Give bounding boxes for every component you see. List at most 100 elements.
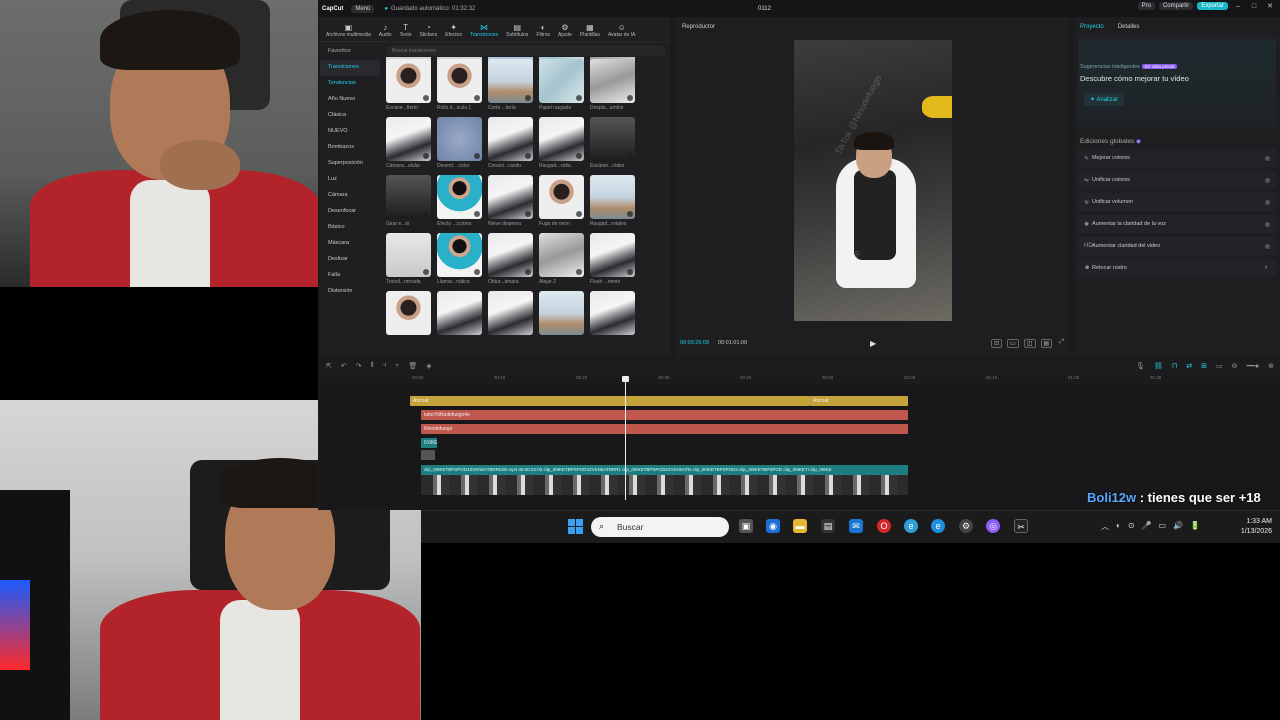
- transition-thumbnail[interactable]: [590, 175, 635, 219]
- play-icon[interactable]: ▶: [870, 339, 876, 348]
- share-button[interactable]: Compartir: [1158, 2, 1194, 10]
- zoom-out-icon[interactable]: ⊖: [1232, 362, 1238, 370]
- quality-icon[interactable]: ▤: [1040, 339, 1053, 348]
- transition-thumbnail[interactable]: [386, 175, 431, 219]
- transition-thumbnail[interactable]: [539, 233, 584, 277]
- transition-thumbnail[interactable]: [386, 59, 431, 103]
- category-favorites[interactable]: Favoritos: [320, 44, 380, 60]
- category-item[interactable]: NUEVO: [320, 124, 380, 140]
- toolbar-audio-button[interactable]: ♪ Audio: [375, 23, 396, 41]
- opera-icon[interactable]: O: [877, 519, 891, 533]
- mail-icon[interactable]: ✉: [849, 519, 863, 533]
- category-item[interactable]: Distorsión: [320, 284, 380, 300]
- redo-icon[interactable]: ↷: [356, 362, 362, 370]
- category-transitions-tab[interactable]: Transiciones: [320, 60, 380, 76]
- toolbar-transitions-button[interactable]: ⋈ Transiciones: [466, 23, 502, 41]
- transition-thumbnail[interactable]: [386, 291, 431, 335]
- preview-axis-icon[interactable]: ⇄: [1186, 362, 1192, 370]
- category-item[interactable]: Año Nuevo: [320, 92, 380, 108]
- global-edit-item[interactable]: ⇋ Unificar colores: [1078, 171, 1276, 189]
- category-item[interactable]: Tendencias: [320, 76, 380, 92]
- transition-thumbnail[interactable]: [539, 291, 584, 335]
- transition-thumbnail[interactable]: [437, 233, 482, 277]
- transition-thumbnail[interactable]: [437, 117, 482, 161]
- transition-thumbnail[interactable]: [590, 233, 635, 277]
- transition-thumbnail[interactable]: [488, 175, 533, 219]
- text-track-1[interactable]: Animat: [410, 396, 810, 406]
- toggle-indicator[interactable]: [1265, 177, 1270, 183]
- global-edit-item[interactable]: ✎ Mejorar colores: [1078, 149, 1276, 167]
- transition-thumbnail[interactable]: [488, 291, 533, 335]
- select-tool-icon[interactable]: ⇱: [326, 362, 332, 370]
- toolbar-media-button[interactable]: ▣ Archivos multimedia: [322, 23, 375, 41]
- security-icon[interactable]: ◐: [1116, 521, 1121, 532]
- global-edit-item[interactable]: ✺ Aumentar la claridad de la voz: [1078, 215, 1276, 233]
- transition-thumbnail[interactable]: [386, 233, 431, 277]
- transition-thumbnail[interactable]: [539, 59, 584, 103]
- network-icon[interactable]: ▭: [1159, 521, 1167, 532]
- toggle-indicator[interactable]: [1265, 243, 1270, 249]
- close-icon[interactable]: ✕: [1264, 2, 1276, 10]
- category-item[interactable]: Bombazos: [320, 140, 380, 156]
- global-edit-item[interactable]: ☻ Retocar rostro ›: [1078, 259, 1276, 277]
- split-right-icon[interactable]: ⫟: [395, 362, 399, 370]
- copilot-icon[interactable]: ◉: [766, 519, 780, 533]
- transition-thumbnail[interactable]: [437, 59, 482, 103]
- marker-icon[interactable]: ◈: [426, 362, 431, 370]
- export-button[interactable]: Exportar: [1197, 2, 1228, 10]
- taskbar-search-input[interactable]: ⌕ Buscar: [591, 517, 729, 537]
- toolbar-effects-button[interactable]: ✦ Efectos: [441, 23, 466, 41]
- crop-icon[interactable]: ⊡: [991, 339, 1003, 348]
- split-left-icon[interactable]: ⫞: [383, 362, 387, 370]
- caption-icon[interactable]: ▭: [1216, 362, 1223, 370]
- delete-icon[interactable]: 🗑: [408, 362, 417, 370]
- volume-icon[interactable]: 🔊: [1173, 521, 1183, 532]
- category-item[interactable]: Deslizar: [320, 252, 380, 268]
- record-icon[interactable]: ⊙: [1128, 521, 1135, 532]
- analyze-button[interactable]: ✦ Analizar: [1084, 93, 1125, 106]
- category-item[interactable]: Superposición: [320, 156, 380, 172]
- mic-icon[interactable]: 🎙: [1136, 362, 1145, 370]
- transition-thumbnail[interactable]: [488, 59, 533, 103]
- video-clip-strip[interactable]: [421, 475, 908, 495]
- transition-thumbnail[interactable]: [488, 233, 533, 277]
- fullscreen-icon[interactable]: ⤢: [1057, 339, 1066, 348]
- toolbar-templates-button[interactable]: ▦ Plantillas: [576, 23, 604, 41]
- category-item[interactable]: Luz: [320, 172, 380, 188]
- category-item[interactable]: Falla: [320, 268, 380, 284]
- toolbar-avatar-button[interactable]: ☺ Avatar de IA: [604, 23, 639, 41]
- transition-thumbnail[interactable]: [590, 117, 635, 161]
- text-track-2[interactable]: tube:NiNodefuego4e: [421, 410, 908, 420]
- category-item[interactable]: Máscara: [320, 236, 380, 252]
- toolbar-adjust-button[interactable]: ⚙ Ajuste: [554, 23, 576, 41]
- toggle-indicator[interactable]: [1265, 221, 1270, 227]
- start-icon[interactable]: [568, 519, 584, 535]
- transition-thumbnail[interactable]: [488, 117, 533, 161]
- video-preview[interactable]: TikTok @Ninodefuego Youtube: [794, 40, 952, 321]
- sticker-thumb[interactable]: [421, 450, 435, 460]
- toolbar-sticker-button[interactable]: ◔ Stickers: [416, 23, 442, 41]
- playhead[interactable]: [622, 376, 629, 500]
- snap-icon[interactable]: ⊞: [1201, 362, 1207, 370]
- category-item[interactable]: Clásica: [320, 108, 380, 124]
- menu-button[interactable]: Menú: [351, 4, 375, 13]
- chevron-up-icon[interactable]: ︿: [1101, 521, 1109, 532]
- text-track-3[interactable]: Ninodefuego: [421, 424, 908, 434]
- edge-beta-icon[interactable]: e: [931, 519, 945, 533]
- global-edit-item[interactable]: ≋ Unificar volumen: [1078, 193, 1276, 211]
- zoom-slider[interactable]: ━━●: [1246, 362, 1259, 370]
- split-icon[interactable]: ⫴: [371, 362, 374, 370]
- transition-thumbnail[interactable]: [539, 117, 584, 161]
- fit-icon[interactable]: ⊕: [1268, 362, 1274, 370]
- sticker-track[interactable]: 0:6KE: [421, 438, 437, 448]
- toggle-indicator[interactable]: [1265, 199, 1270, 205]
- pro-button[interactable]: Pro: [1137, 2, 1155, 10]
- category-item[interactable]: Desenfocar: [320, 204, 380, 220]
- capcut-taskbar-icon[interactable]: ✂: [1014, 519, 1028, 533]
- task-view-icon[interactable]: ▣: [739, 519, 753, 533]
- magnet-icon[interactable]: ⊓: [1172, 362, 1177, 370]
- toggle-indicator[interactable]: ›: [1265, 264, 1270, 271]
- transition-thumbnail[interactable]: [539, 175, 584, 219]
- undo-icon[interactable]: ↶: [341, 362, 347, 370]
- toolbar-subtitles-button[interactable]: ▤ Subtítulos: [502, 23, 532, 41]
